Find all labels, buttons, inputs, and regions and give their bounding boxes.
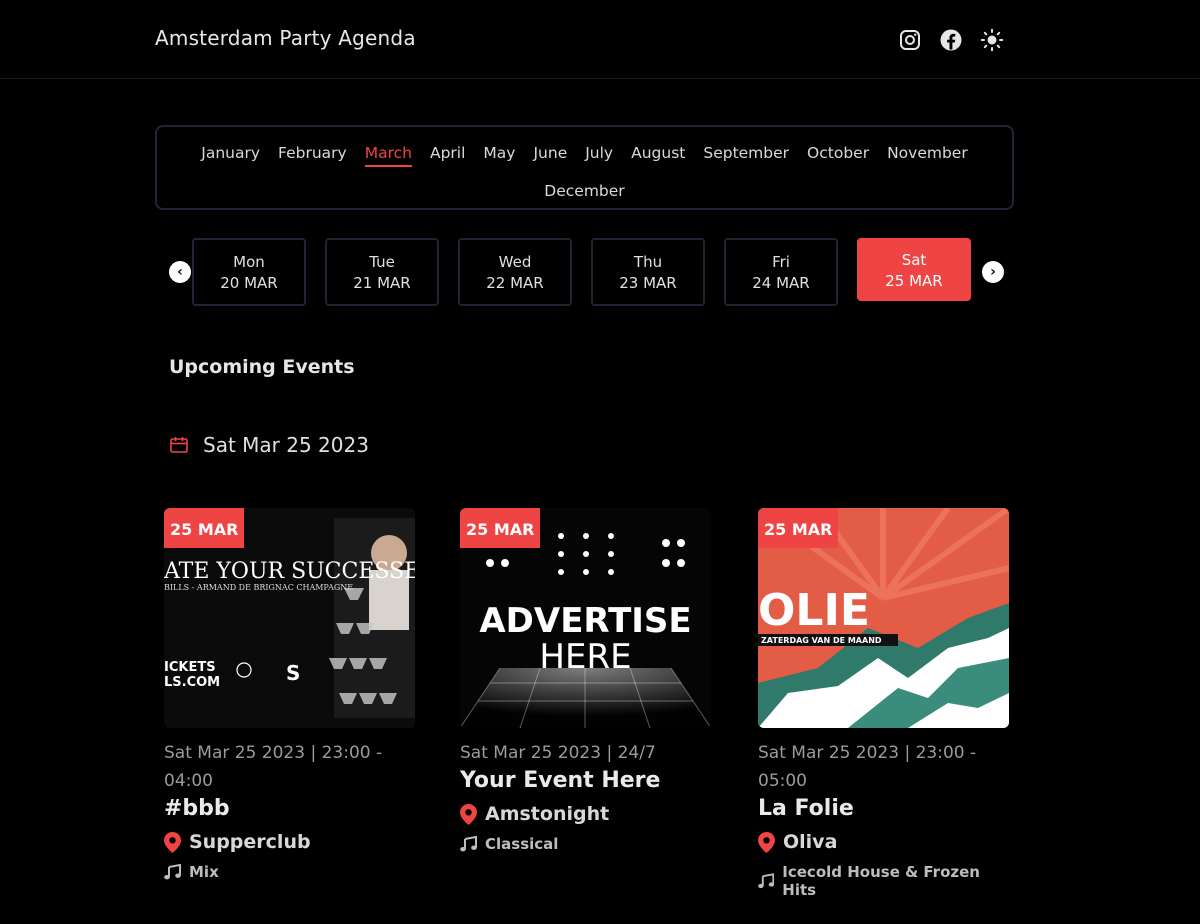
- month-tab-november[interactable]: November: [887, 143, 968, 167]
- artwork-text-1: ADVERTISE: [479, 601, 691, 641]
- event-card[interactable]: ATE YOUR SUCCESSES BILLS - ARMAND DE BRI…: [164, 508, 415, 881]
- instagram-icon[interactable]: [898, 28, 922, 52]
- music-note-icon: [758, 873, 775, 889]
- genre-name: Classical: [485, 835, 559, 853]
- day-date: 25 MAR: [885, 272, 943, 290]
- event-title[interactable]: #bbb: [164, 796, 415, 821]
- music-note-icon: [164, 864, 181, 880]
- event-genre: Icecold House & Frozen Hits: [758, 863, 1009, 899]
- calendar-icon: [170, 437, 188, 453]
- day-name: Mon: [233, 253, 265, 271]
- artwork-text-2: BILLS - ARMAND DE BRIGNAC CHAMPAGNE: [164, 583, 353, 592]
- day-name: Thu: [633, 253, 663, 271]
- artwork-text-2: HERE: [539, 637, 631, 677]
- month-selector: January February March April May June July Augu…: [155, 125, 1014, 210]
- event-image[interactable]: OLIE ZATERDAG VAN DE MAAND 25 MAR: [758, 508, 1009, 728]
- day-button-sat[interactable]: Sat 25 MAR: [857, 238, 971, 301]
- location-pin-icon: [164, 831, 181, 853]
- event-venue[interactable]: Amstonight: [460, 803, 711, 825]
- month-tab-february[interactable]: February: [278, 143, 347, 167]
- month-tab-january[interactable]: January: [201, 143, 260, 167]
- event-card[interactable]: OLIE ZATERDAG VAN DE MAAND 25 MAR Sat Ma…: [758, 508, 1009, 899]
- artwork-text-3: ICKETS: [164, 660, 216, 675]
- artwork-text-1: ATE YOUR SUCCESSES: [164, 559, 415, 584]
- day-button-thu[interactable]: Thu 23 MAR: [591, 238, 705, 306]
- day-button-mon[interactable]: Mon 20 MAR: [192, 238, 306, 306]
- top-navbar: Amsterdam Party Agenda: [0, 0, 1200, 79]
- event-genre: Classical: [460, 835, 711, 853]
- theme-toggle-sun-icon[interactable]: [980, 28, 1004, 52]
- month-tab-august[interactable]: August: [631, 143, 685, 167]
- prev-days-button[interactable]: ‹: [169, 261, 191, 283]
- next-days-button[interactable]: ›: [982, 261, 1004, 283]
- artwork-text-5: S: [286, 661, 300, 685]
- venue-name: Amstonight: [485, 803, 610, 825]
- date-badge: 25 MAR: [758, 508, 839, 548]
- venue-name: Oliva: [783, 831, 838, 853]
- day-button-tue[interactable]: Tue 21 MAR: [325, 238, 439, 306]
- venue-name: Supperclub: [189, 831, 311, 853]
- month-tab-march[interactable]: March: [364, 143, 412, 167]
- genre-name: Mix: [189, 863, 219, 881]
- date-heading: Sat Mar 25 2023: [169, 433, 369, 457]
- date-badge: 25 MAR: [460, 508, 541, 548]
- artwork-text-2: ZATERDAG VAN DE MAAND: [761, 636, 882, 645]
- social-links: [898, 28, 1004, 52]
- event-venue[interactable]: Oliva: [758, 831, 1009, 853]
- section-title: Upcoming Events: [169, 356, 355, 378]
- day-button-wed[interactable]: Wed 22 MAR: [458, 238, 572, 306]
- day-button-fri[interactable]: Fri 24 MAR: [724, 238, 838, 306]
- month-tab-october[interactable]: October: [807, 143, 869, 167]
- music-note-icon: [460, 836, 477, 852]
- event-card[interactable]: ADVERTISE HERE 25 MAR Sat Mar 25 2023 | …: [460, 508, 711, 853]
- location-pin-icon: [460, 803, 477, 825]
- month-tab-june[interactable]: June: [533, 143, 567, 167]
- event-title[interactable]: Your Event Here: [460, 768, 711, 793]
- event-genre: Mix: [164, 863, 415, 881]
- day-name: Fri: [772, 253, 790, 271]
- month-tab-july[interactable]: July: [585, 143, 613, 167]
- month-tab-may[interactable]: May: [483, 143, 515, 167]
- day-date: 21 MAR: [353, 274, 411, 292]
- date-heading-text: Sat Mar 25 2023: [203, 433, 369, 457]
- month-tab-april[interactable]: April: [430, 143, 465, 167]
- day-name: Sat: [901, 251, 927, 269]
- day-date: 22 MAR: [486, 274, 544, 292]
- artwork-text-1: OLIE: [758, 585, 870, 636]
- day-date: 24 MAR: [752, 274, 810, 292]
- location-pin-icon: [758, 831, 775, 853]
- event-image[interactable]: ATE YOUR SUCCESSES BILLS - ARMAND DE BRI…: [164, 508, 415, 728]
- event-datetime: Sat Mar 25 2023 | 23:00 - 05:00: [758, 743, 977, 791]
- genre-name: Icecold House & Frozen Hits: [782, 863, 980, 899]
- facebook-icon[interactable]: [939, 28, 963, 52]
- month-tab-september[interactable]: September: [703, 143, 789, 167]
- event-title[interactable]: La Folie: [758, 796, 1009, 821]
- event-datetime: Sat Mar 25 2023 | 23:00 - 04:00: [164, 743, 383, 791]
- site-title[interactable]: Amsterdam Party Agenda: [155, 26, 416, 50]
- day-name: Tue: [369, 253, 395, 271]
- day-name: Wed: [498, 253, 532, 271]
- day-date: 23 MAR: [619, 274, 677, 292]
- date-badge: 25 MAR: [164, 508, 245, 548]
- month-tab-december[interactable]: December: [544, 181, 624, 203]
- day-date: 20 MAR: [220, 274, 278, 292]
- event-venue[interactable]: Supperclub: [164, 831, 415, 853]
- event-image[interactable]: ADVERTISE HERE 25 MAR: [460, 508, 711, 728]
- artwork-text-4: LS.COM: [164, 675, 220, 690]
- event-datetime: Sat Mar 25 2023 | 24/7: [460, 743, 656, 763]
